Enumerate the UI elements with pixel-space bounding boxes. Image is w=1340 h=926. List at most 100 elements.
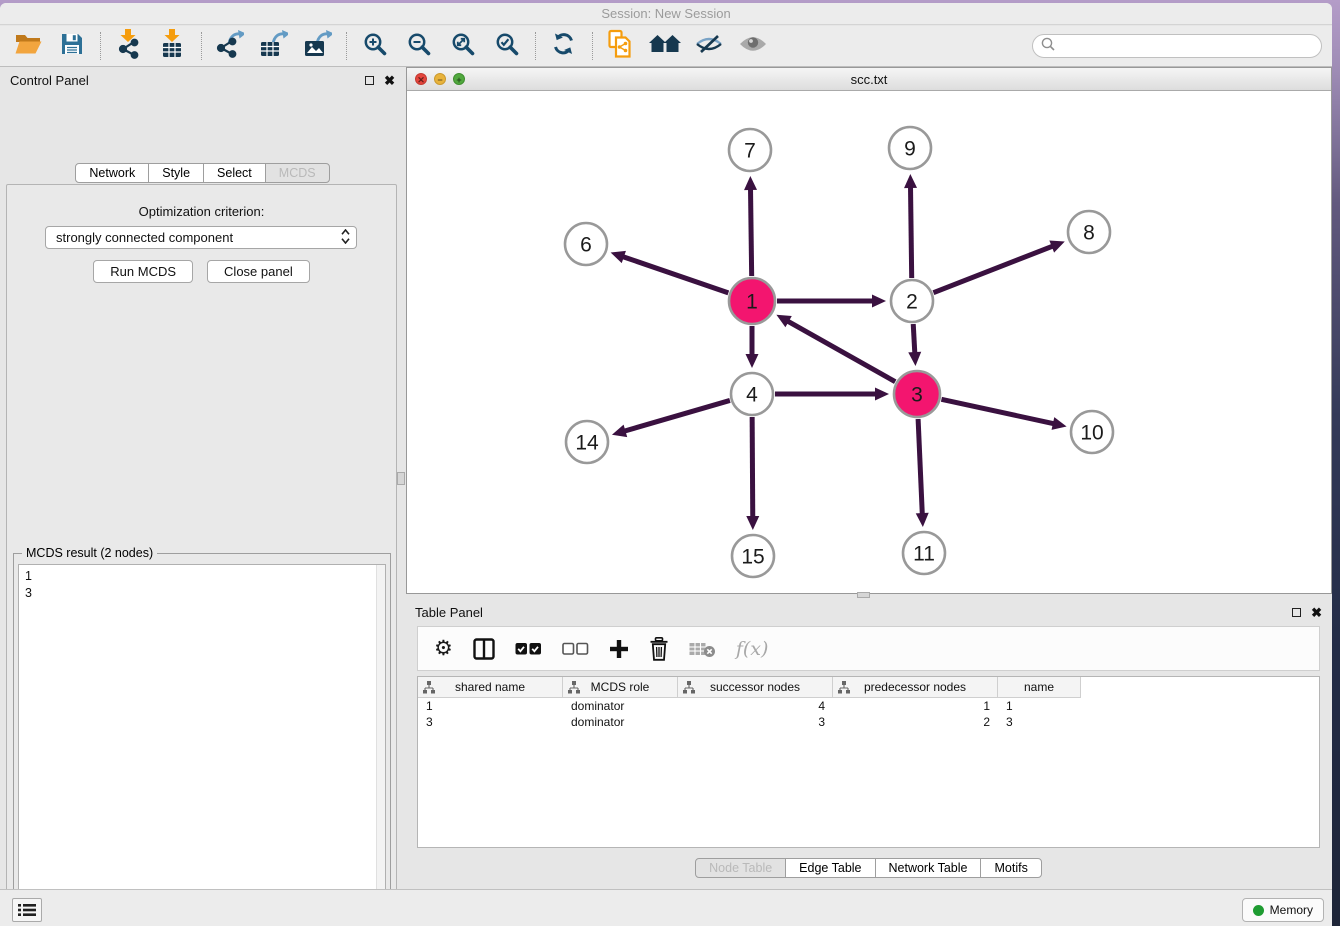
svg-text:8: 8: [1083, 221, 1095, 244]
horizontal-divider-handle[interactable]: [857, 592, 870, 598]
edge-2-9[interactable]: [910, 186, 911, 278]
node-10[interactable]: 10: [1071, 411, 1113, 453]
zoom-out-button[interactable]: [401, 29, 437, 63]
list-icon: [18, 903, 36, 917]
import-table-button[interactable]: [155, 29, 191, 63]
float-table-panel-icon[interactable]: [1292, 608, 1301, 617]
table-tab-edge-table[interactable]: Edge Table: [785, 858, 875, 878]
table-cell: 1: [998, 698, 1081, 714]
edge-arrowhead: [744, 176, 757, 190]
refresh-layout-button[interactable]: [546, 29, 582, 63]
tab-style[interactable]: Style: [148, 163, 204, 183]
export-table-icon: [260, 30, 288, 63]
split-pane-icon[interactable]: [473, 638, 495, 660]
clone-network-button[interactable]: [603, 29, 639, 63]
table-panel-tabs: Node TableEdge TableNetwork TableMotifs: [405, 858, 1332, 878]
table-tab-node-table[interactable]: Node Table: [695, 858, 786, 878]
edge-2-8[interactable]: [933, 246, 1053, 293]
node-4[interactable]: 4: [731, 373, 773, 415]
node-7[interactable]: 7: [729, 129, 771, 171]
network-window-titlebar[interactable]: ✕ − + scc.txt: [407, 68, 1331, 91]
optimization-dropdown-value: strongly connected component: [56, 230, 233, 245]
node-11[interactable]: 11: [903, 532, 945, 574]
tab-network[interactable]: Network: [75, 163, 149, 183]
close-panel-button[interactable]: Close panel: [207, 260, 310, 283]
node-6[interactable]: 6: [565, 223, 607, 265]
import-table-icon: [160, 29, 186, 64]
toolbar-separator: [346, 32, 347, 60]
add-column-icon[interactable]: [609, 639, 629, 659]
tab-select[interactable]: Select: [203, 163, 266, 183]
edge-2-3[interactable]: [913, 324, 915, 354]
network-graph[interactable]: 7 9 6 8 1 2 4 3 14 10 15 11: [407, 92, 1331, 594]
export-image-icon: [304, 30, 332, 63]
toolbar-separator: [535, 32, 536, 60]
column-header-MCDS-role[interactable]: MCDS role: [563, 677, 678, 698]
open-file-button[interactable]: [10, 29, 46, 63]
node-14[interactable]: 14: [566, 421, 608, 463]
search-box[interactable]: [1032, 34, 1322, 58]
column-header-shared-name[interactable]: shared name: [418, 677, 563, 698]
memory-button[interactable]: Memory: [1242, 898, 1324, 922]
export-table-button[interactable]: [256, 29, 292, 63]
select-all-icon[interactable]: [515, 642, 542, 656]
window-titlebar[interactable]: Session: New Session: [0, 3, 1332, 25]
zoom-in-button[interactable]: [357, 29, 393, 63]
edge-4-14[interactable]: [623, 400, 729, 431]
edge-3-11[interactable]: [918, 419, 922, 515]
result-scrollbar[interactable]: [376, 565, 385, 926]
mcds-result-textarea[interactable]: 1 3: [18, 564, 386, 926]
edge-3-10[interactable]: [941, 399, 1054, 424]
node-2[interactable]: 2: [891, 280, 933, 322]
search-input[interactable]: [1060, 39, 1313, 53]
optimization-dropdown[interactable]: strongly connected component: [45, 226, 357, 249]
svg-text:14: 14: [575, 431, 599, 454]
table-tab-network-table[interactable]: Network Table: [875, 858, 982, 878]
table-row[interactable]: 1dominator411: [418, 698, 1319, 714]
run-mcds-button[interactable]: Run MCDS: [93, 260, 193, 283]
table-header-row: shared nameMCDS rolesuccessor nodesprede…: [418, 677, 1319, 698]
import-network-button[interactable]: [111, 29, 147, 63]
float-panel-icon[interactable]: [365, 76, 374, 85]
zoom-selected-button[interactable]: [489, 29, 525, 63]
column-header-successor-nodes[interactable]: successor nodes: [678, 677, 833, 698]
deselect-all-icon[interactable]: [562, 642, 589, 656]
close-panel-icon[interactable]: ✖: [384, 76, 395, 85]
hide-selected-button[interactable]: [691, 29, 727, 63]
save-session-button[interactable]: [54, 29, 90, 63]
vertical-divider-handle[interactable]: [397, 472, 405, 485]
close-table-panel-icon[interactable]: ✖: [1311, 608, 1322, 617]
network-window-title: scc.txt: [407, 68, 1331, 91]
refresh-layout-icon: [551, 32, 577, 61]
settings-icon[interactable]: ⚙: [434, 638, 453, 660]
export-network-button[interactable]: [212, 29, 248, 63]
delete-column-icon[interactable]: [649, 637, 669, 661]
export-image-button[interactable]: [300, 29, 336, 63]
table-row[interactable]: 3dominator323: [418, 714, 1319, 730]
column-header-predecessor-nodes[interactable]: predecessor nodes: [833, 677, 998, 698]
task-history-button[interactable]: [12, 898, 42, 922]
column-header-name[interactable]: name: [998, 677, 1081, 698]
show-all-button[interactable]: [735, 29, 771, 63]
tab-mcds[interactable]: MCDS: [265, 163, 330, 183]
node-9[interactable]: 9: [889, 127, 931, 169]
network-canvas[interactable]: 7 9 6 8 1 2 4 3 14 10 15 11: [407, 92, 1331, 593]
mcds-result-title: MCDS result (2 nodes): [22, 546, 157, 560]
export-network-icon: [216, 30, 244, 63]
edge-1-6[interactable]: [622, 256, 728, 293]
edge-3-1[interactable]: [787, 321, 895, 382]
edge-arrowhead: [746, 516, 759, 530]
zoom-fit-button[interactable]: [445, 29, 481, 63]
edge-4-15[interactable]: [752, 417, 753, 518]
dropdown-stepper-icon: [341, 229, 350, 247]
delete-table-icon[interactable]: [689, 640, 716, 658]
node-3[interactable]: 3: [894, 371, 940, 417]
node-8[interactable]: 8: [1068, 211, 1110, 253]
import-network-icon: [116, 29, 142, 64]
node-15[interactable]: 15: [732, 535, 774, 577]
edge-1-7[interactable]: [751, 188, 752, 276]
node-1[interactable]: 1: [729, 278, 775, 324]
table-tab-motifs[interactable]: Motifs: [980, 858, 1041, 878]
function-builder-icon[interactable]: f(x): [736, 638, 769, 660]
fit-content-button[interactable]: [647, 29, 683, 63]
